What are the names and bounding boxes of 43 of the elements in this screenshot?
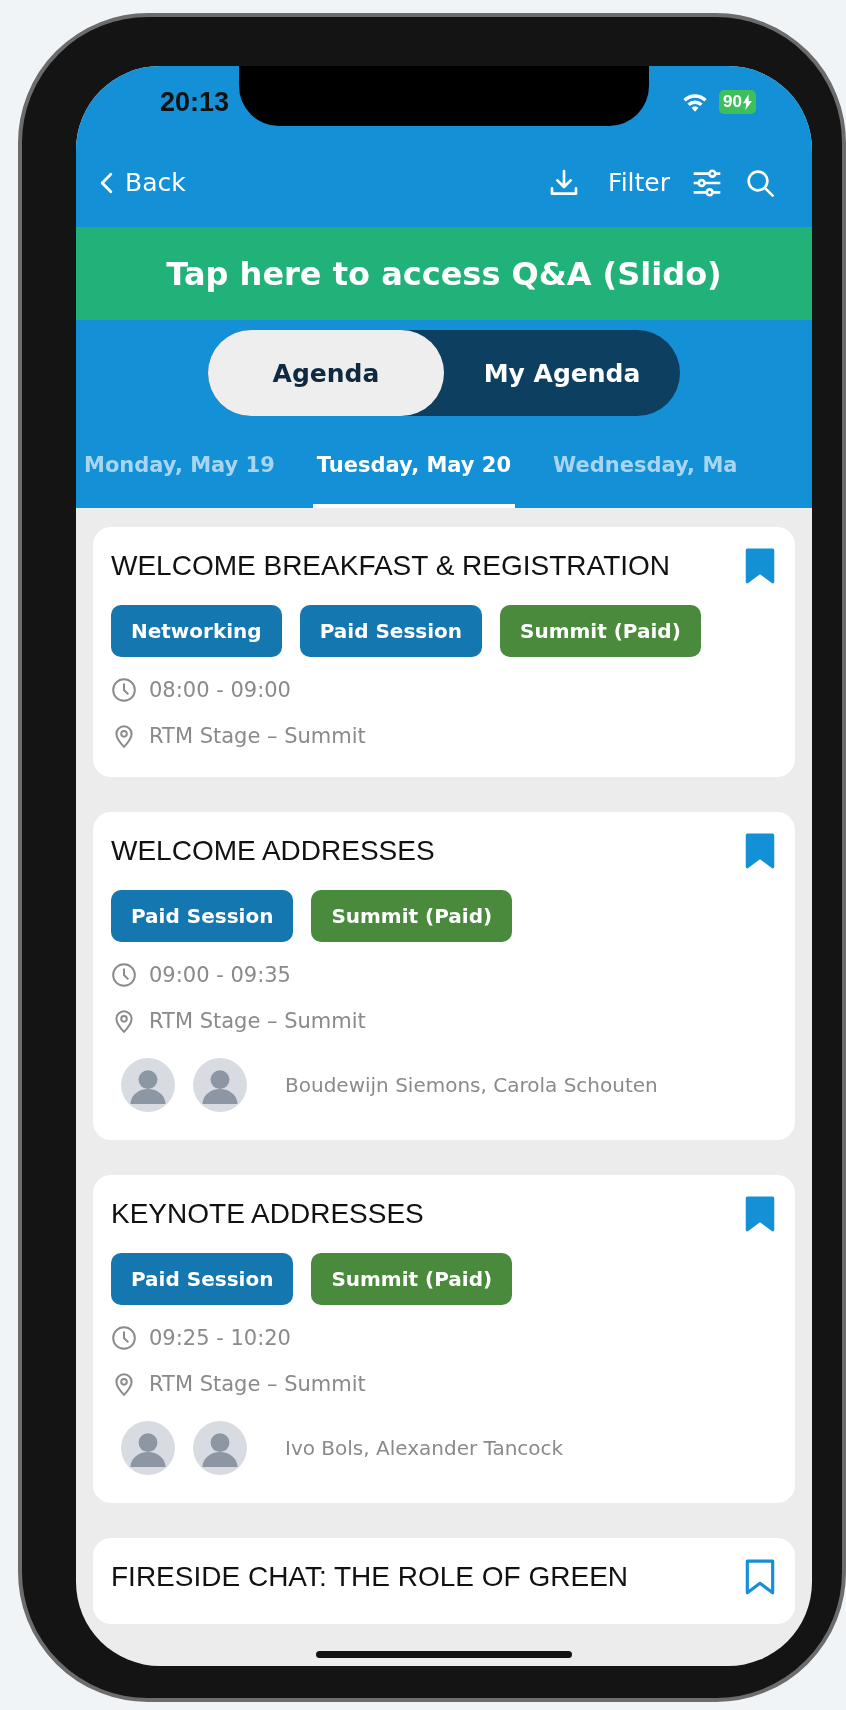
segment-tab[interactable]: Agenda [208,330,444,416]
session-location: RTM Stage – Summit [149,1009,366,1033]
avatar-icon [121,1058,175,1112]
session-tag: Summit (Paid) [500,605,701,657]
bookmark-icon[interactable] [743,1558,777,1596]
back-button[interactable]: Back [100,168,186,197]
clock-icon [111,1325,137,1351]
session-tag: Paid Session [299,605,483,657]
speaker-names: Ivo Bols, Alexander Tancock [285,1436,564,1460]
avatar-icon [193,1421,247,1475]
clock-icon [111,962,137,988]
session-location: RTM Stage – Summit [149,1372,366,1396]
session-title: WELCOME BREAKFAST & REGISTRATION [111,550,671,582]
filter-button[interactable]: Filter [608,168,670,197]
bookmark-icon[interactable] [743,547,777,585]
bookmark-icon[interactable] [743,1195,777,1233]
clock-icon [111,677,137,703]
session-card[interactable]: KEYNOTE ADDRESSES Paid Session Summit (Paid) 09:25 - 10:20 RTM Stage – Summit Ivo Bols, Alexander Tancock [93,1175,795,1503]
chevron-left-icon [100,171,113,194]
avatar-icon [121,1421,175,1475]
bolt-icon [743,94,752,110]
session-tag: Networking [111,605,282,657]
battery-indicator: 90 [719,90,756,114]
session-location: RTM Stage – Summit [149,724,366,748]
session-tag: Summit (Paid) [311,1253,513,1305]
session-time: 08:00 - 09:00 [149,678,291,702]
session-tag: Paid Session [111,1253,294,1305]
segment-tab[interactable]: My Agenda [444,330,680,416]
session-title: KEYNOTE ADDRESSES [111,1198,424,1230]
session-card[interactable]: WELCOME BREAKFAST & REGISTRATION Networking Paid Session Summit (Paid) 08:00 - 09:00 RTM Stage – Summit [93,527,795,777]
session-card[interactable]: WELCOME ADDRESSES Paid Session Summit (Paid) 09:00 - 09:35 RTM Stage – Summit Boudewijn Siemons, Carola Schouten [93,812,795,1140]
avatar-icon [193,1058,247,1112]
session-time: 09:00 - 09:35 [149,963,291,987]
day-tab[interactable]: Tuesday, May 20 [312,426,516,508]
bookmark-icon[interactable] [743,832,777,870]
session-tag: Paid Session [111,890,294,942]
session-time: 09:25 - 10:20 [149,1326,291,1350]
session-card[interactable]: FIRESIDE CHAT: THE ROLE OF GREEN [93,1538,795,1624]
speaker-names: Boudewijn Siemons, Carola Schouten [285,1073,658,1097]
session-title: FIRESIDE CHAT: THE ROLE OF GREEN [111,1561,629,1593]
status-time: 20:13 [160,86,230,118]
session-title: WELCOME ADDRESSES [111,835,435,867]
session-tag: Summit (Paid) [311,890,513,942]
